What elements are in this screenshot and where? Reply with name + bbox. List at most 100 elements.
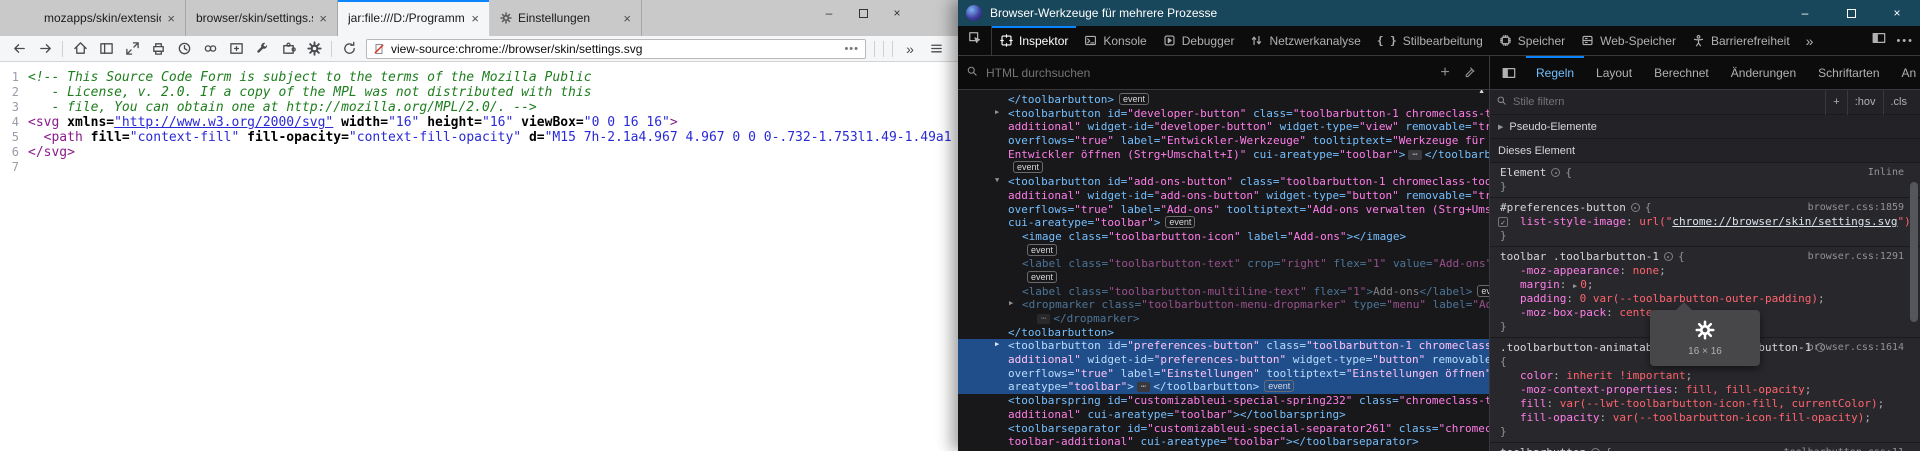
- rules-scrollbar[interactable]: [1909, 92, 1919, 449]
- markup-row[interactable]: <label class="toolbarbutton-text" crop="…: [958, 257, 1489, 271]
- markup-row[interactable]: areatype="toolbar">⋯</toolbarbutton>even…: [958, 380, 1489, 394]
- maximize-button[interactable]: [846, 0, 880, 26]
- pick-element-button[interactable]: [958, 26, 992, 55]
- markup-row[interactable]: <image class="toolbarbutton-icon" label=…: [958, 230, 1489, 244]
- css-declaration[interactable]: padding: 0 var(--toolbarbutton-outer-pad…: [1490, 292, 1920, 306]
- minimize-button[interactable]: –: [1782, 0, 1828, 26]
- page-actions-icon[interactable]: •••: [844, 43, 859, 55]
- css-declaration[interactable]: ✓list-style-image: url("chrome://browser…: [1490, 215, 1920, 229]
- markup-row[interactable]: overflows="true" label="Entwickler-Werkz…: [958, 134, 1489, 148]
- expander-icon[interactable]: ▶: [995, 340, 999, 348]
- event-badge[interactable]: event: [1165, 216, 1195, 228]
- event-badge[interactable]: event: [1013, 161, 1043, 173]
- scrollbar-thumb[interactable]: [1910, 182, 1918, 322]
- markup-view[interactable]: ▲ </toolbarbutton>event▶<toolbarbutton i…: [958, 90, 1490, 451]
- css-declaration[interactable]: -moz-appearance: none;: [1490, 264, 1920, 278]
- close-button[interactable]: ×: [1874, 0, 1920, 26]
- browser-tab[interactable]: Einstellungen×: [490, 0, 642, 36]
- stylesheet-link[interactable]: browser.css:1614: [1808, 341, 1904, 355]
- rule-selector[interactable]: toolbarbutton{toolbarbutton.css:11: [1490, 446, 1920, 451]
- add-node-button[interactable]: +: [1433, 64, 1457, 82]
- expander-icon[interactable]: ▼: [995, 176, 999, 184]
- expander-icon[interactable]: ▶: [1009, 299, 1013, 307]
- highlight-selector-icon[interactable]: [1551, 168, 1560, 177]
- sidebar-tab-an[interactable]: An: [1892, 56, 1920, 89]
- reload-icon[interactable]: [336, 38, 362, 60]
- sidebar-tab-schriftarten[interactable]: Schriftarten: [1808, 56, 1889, 89]
- tab-close-icon[interactable]: ×: [621, 11, 633, 26]
- gear-icon[interactable]: [301, 38, 327, 60]
- puzzle-icon[interactable]: [275, 38, 301, 60]
- markup-row[interactable]: </toolbarbutton>: [958, 326, 1489, 340]
- sidebar-tab-regeln[interactable]: Regeln: [1526, 56, 1584, 89]
- devtools-tab-speicher[interactable]: Speicher: [1491, 26, 1573, 55]
- css-declaration[interactable]: color: inherit !important;: [1490, 369, 1920, 383]
- sidebar-tab-änderungen[interactable]: Änderungen: [1721, 56, 1806, 89]
- event-badge[interactable]: event: [1264, 380, 1294, 392]
- event-badge[interactable]: event: [1477, 285, 1489, 297]
- highlight-selector-icon[interactable]: [1631, 203, 1640, 212]
- tab-close-icon[interactable]: ×: [165, 11, 177, 26]
- stylesheet-link[interactable]: toolbarbutton.css:11: [1784, 446, 1904, 451]
- css-declaration[interactable]: fill: var(--lwt-toolbarbutton-icon-fill,…: [1490, 397, 1920, 411]
- markup-row[interactable]: ▼<toolbarbutton id="add-ons-button" clas…: [958, 175, 1489, 189]
- event-badge[interactable]: event: [1027, 271, 1057, 283]
- markup-row[interactable]: event: [958, 161, 1489, 175]
- mask-icon[interactable]: [197, 38, 223, 60]
- rule-selector[interactable]: #preferences-button{browser.css:1859: [1490, 201, 1920, 215]
- eyedropper-icon[interactable]: [1457, 66, 1481, 79]
- devtools-tab-stilbearbeitung[interactable]: { }Stilbearbeitung: [1369, 26, 1491, 55]
- url-input[interactable]: view-source:chrome://browser/skin/settin…: [366, 39, 866, 59]
- rule-selector[interactable]: toolbar .toolbarbutton-1{browser.css:129…: [1490, 250, 1920, 264]
- inline-expander-badge[interactable]: ⋯: [1137, 382, 1150, 392]
- resource-url-link[interactable]: chrome://browser/skin/settings.svg: [1672, 215, 1897, 228]
- markup-row[interactable]: </toolbarbutton>event: [958, 93, 1489, 107]
- expand-value-icon[interactable]: ▶: [1573, 282, 1577, 290]
- fullscreen-icon[interactable]: [119, 38, 145, 60]
- history-icon[interactable]: [171, 38, 197, 60]
- css-declaration[interactable]: -moz-context-properties: fill, fill-opac…: [1490, 383, 1920, 397]
- expander-icon[interactable]: ▶: [995, 108, 999, 116]
- add-rule-button[interactable]: +: [1825, 90, 1846, 115]
- browser-tab[interactable]: browser/skin/settings.svg×: [186, 0, 338, 36]
- rule-selector[interactable]: Element{Inline: [1490, 166, 1920, 180]
- markup-row[interactable]: toolbar-additional" cui-areatype="toolba…: [958, 435, 1489, 449]
- css-declaration[interactable]: margin: ▶0;: [1490, 278, 1920, 292]
- devtools-titlebar[interactable]: Browser-Werkzeuge für mehrere Prozesse –…: [958, 0, 1920, 26]
- markup-row[interactable]: ▶<toolbarbutton id="developer-button" cl…: [958, 107, 1489, 121]
- markup-row[interactable]: additional" widget-id="add-ons-button" w…: [958, 189, 1489, 203]
- rules-panel[interactable]: Stile filtern +:hov.cls ▶ Pseudo-Element…: [1490, 90, 1920, 451]
- devtools-tab-debugger[interactable]: Debugger: [1155, 26, 1243, 55]
- inline-expander-badge[interactable]: ⋯: [1408, 150, 1421, 160]
- sidebar-tab-layout[interactable]: Layout: [1586, 56, 1642, 89]
- markup-row[interactable]: event: [958, 271, 1489, 285]
- markup-row[interactable]: ▶<toolbarbutton id="preferences-button" …: [958, 339, 1489, 353]
- stylesheet-link[interactable]: browser.css:1859: [1808, 201, 1904, 215]
- markup-row[interactable]: additional" widget-id="developer-button"…: [958, 120, 1489, 134]
- wrench-icon[interactable]: [249, 38, 275, 60]
- sidebar-tab-berechnet[interactable]: Berechnet: [1644, 56, 1719, 89]
- devtools-tab-web-speicher[interactable]: Web-Speicher: [1573, 26, 1684, 55]
- close-button[interactable]: ×: [880, 0, 914, 26]
- markup-search[interactable]: HTML durchsuchen +: [958, 56, 1490, 89]
- markup-row[interactable]: <label class="toolbarbutton-multiline-te…: [958, 285, 1489, 299]
- markup-row[interactable]: ▶<dropmarker class="toolbarbutton-menu-d…: [958, 298, 1489, 312]
- menu-icon[interactable]: [923, 38, 949, 60]
- markup-row[interactable]: <toolbarspring id="customizableui-specia…: [958, 394, 1489, 408]
- maximize-button[interactable]: [1828, 0, 1874, 26]
- event-badge[interactable]: event: [1119, 93, 1149, 105]
- markup-row[interactable]: event: [958, 244, 1489, 258]
- pseudo-elements-section[interactable]: ▶ Pseudo-Elemente: [1490, 115, 1920, 139]
- toggle-panes-icon[interactable]: [1494, 66, 1524, 80]
- stylesheet-link[interactable]: browser.css:1291: [1808, 250, 1904, 264]
- back-icon[interactable]: [6, 38, 32, 60]
- sidebar-icon[interactable]: [93, 38, 119, 60]
- print-icon[interactable]: [145, 38, 171, 60]
- markup-row[interactable]: Entwickler öffnen (Strg+Umschalt+I)" cui…: [958, 148, 1489, 162]
- markup-row[interactable]: cui-areatype="toolbar">event: [958, 216, 1489, 230]
- container-icon[interactable]: [223, 38, 249, 60]
- highlight-selector-icon[interactable]: [1664, 252, 1673, 261]
- forward-icon[interactable]: [32, 38, 58, 60]
- devtools-menu-icon[interactable]: •••: [1896, 35, 1914, 47]
- markup-row[interactable]: ⋯</dropmarker>: [958, 312, 1489, 326]
